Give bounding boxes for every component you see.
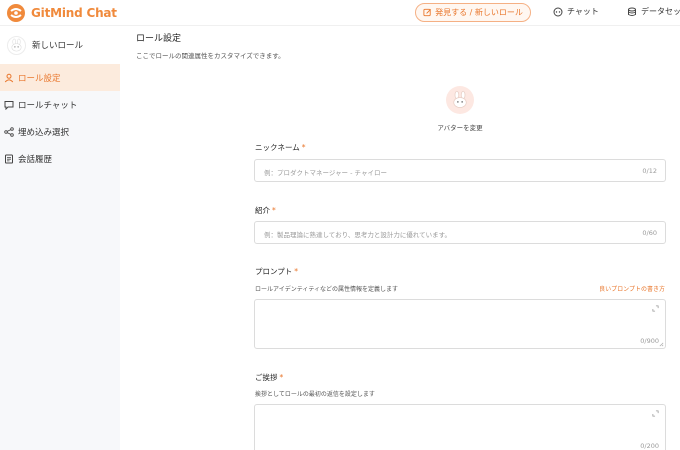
- discover-new-role-button[interactable]: 発見する / 新しいロール: [415, 3, 531, 22]
- nickname-input[interactable]: 例：プロダクトマネージャー - チャイロー 0/12: [254, 159, 666, 182]
- prompt-counter: 0/900: [640, 337, 659, 345]
- brand[interactable]: GitMind Chat: [6, 3, 117, 23]
- greeting-help: 挨拶としてロールの最初の返信を設定します: [255, 391, 375, 398]
- database-icon: [628, 7, 636, 16]
- greeting-textarea[interactable]: 0/200: [254, 404, 666, 450]
- intro-counter: 0/60: [642, 229, 657, 237]
- chat-nav-label: チャット: [567, 7, 599, 16]
- intro-label: 紹介 *: [255, 205, 276, 216]
- role-avatar-large[interactable]: [446, 86, 474, 114]
- gitmind-logo-icon: [7, 4, 25, 22]
- sidebar-nav: ロール設定 ロールチャット 埋め込み選択 会話履歴: [0, 64, 120, 172]
- change-avatar-link[interactable]: アバターを変更: [420, 122, 500, 132]
- user-icon: [4, 73, 14, 82]
- prompt-label-text: プロンプト: [255, 267, 293, 276]
- nickname-label-text: ニックネーム: [255, 143, 300, 152]
- sidebar: 新しいロール ロール設定 ロールチャット 埋め込み選択 会話履歴: [0, 26, 120, 450]
- expand-icon[interactable]: [652, 305, 659, 312]
- share-nodes-icon: [4, 126, 14, 137]
- intro-input[interactable]: 例：製品理論に熟達しており、思考力と設計力に優れています。 0/60: [254, 221, 666, 244]
- required-mark: *: [301, 143, 306, 152]
- chat-bubble-icon: [4, 100, 14, 110]
- chat-nav-link[interactable]: チャット: [553, 6, 599, 17]
- greeting-label-text: ご挨拶: [255, 373, 278, 382]
- sidebar-item-label: 会話履歴: [18, 154, 53, 165]
- document-icon: [5, 154, 13, 163]
- nickname-label: ニックネーム *: [255, 142, 306, 153]
- sidebar-item-role-chat[interactable]: ロールチャット: [0, 91, 120, 118]
- prompt-help: ロールアイデンティティなどの属性情報を定義します: [255, 286, 398, 293]
- page-subtitle: ここでロールの関連属性をカスタマイズできます。: [136, 52, 285, 60]
- sidebar-item-label: ロールチャット: [18, 100, 78, 111]
- page-title: ロール設定: [136, 34, 182, 44]
- chat-bot-icon: [553, 7, 563, 16]
- good-prompt-link[interactable]: 良いプロンプトの書き方: [599, 284, 665, 293]
- required-mark: *: [294, 267, 299, 276]
- expand-icon[interactable]: [652, 410, 659, 417]
- greeting-label: ご挨拶 *: [255, 372, 283, 383]
- nickname-counter: 0/12: [642, 167, 657, 175]
- edit-square-icon: [423, 8, 432, 17]
- bunny-avatar-icon: [453, 90, 467, 108]
- sidebar-item-role-settings[interactable]: ロール設定: [0, 64, 120, 91]
- prompt-textarea[interactable]: 0/900: [254, 299, 666, 349]
- required-mark: *: [272, 206, 276, 215]
- role-name: 新しいロール: [32, 41, 84, 51]
- bunny-avatar-icon: [11, 38, 22, 51]
- sidebar-item-label: ロール設定: [18, 73, 61, 84]
- sidebar-item-label: 埋め込み選択: [18, 127, 70, 138]
- intro-label-text: 紹介: [255, 206, 270, 215]
- role-avatar: [7, 35, 26, 55]
- intro-placeholder: 例：製品理論に熟達しており、思考力と設計力に優れています。: [264, 231, 452, 239]
- resize-grip-icon[interactable]: [659, 342, 664, 347]
- nickname-placeholder: 例：プロダクトマネージャー - チャイロー: [264, 169, 387, 177]
- discover-new-role-label: 発見する / 新しいロール: [435, 8, 523, 17]
- brand-name: GitMind Chat: [31, 6, 117, 20]
- prompt-label: プロンプト *: [255, 266, 298, 277]
- sidebar-item-history[interactable]: 会話履歴: [0, 145, 120, 172]
- top-bar: GitMind Chat 発見する / 新しいロール チャット データセッ: [0, 0, 680, 26]
- sidebar-item-embed-select[interactable]: 埋め込み選択: [0, 118, 120, 145]
- dataset-nav-label: データセッ: [641, 7, 680, 16]
- role-header[interactable]: 新しいロール: [0, 26, 120, 64]
- dataset-nav-link[interactable]: データセッ: [627, 6, 680, 17]
- greeting-counter: 0/200: [640, 442, 659, 450]
- required-mark: *: [279, 373, 284, 382]
- main-content: ロール設定 ここでロールの関連属性をカスタマイズできます。 アバターを変更 ニッ…: [120, 26, 680, 450]
